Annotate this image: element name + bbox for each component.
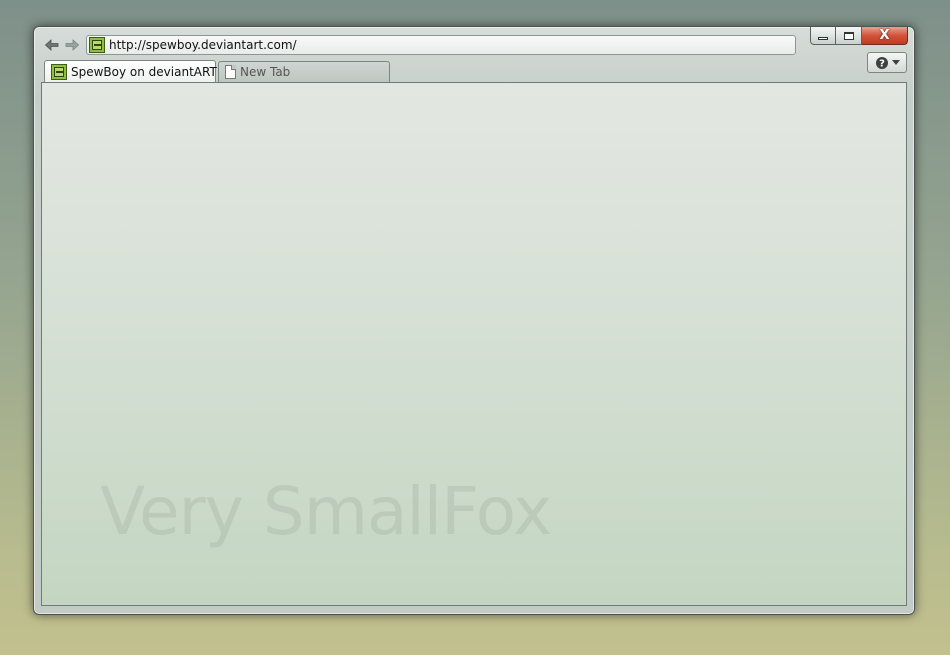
help-menu-button[interactable]: ? [867, 52, 907, 73]
svg-text:?: ? [879, 58, 885, 69]
blank-page-icon [225, 65, 236, 79]
deviantart-favicon-icon [89, 37, 105, 53]
deviantart-favicon-icon [51, 63, 67, 80]
tab-strip: SpewBoy on deviantART New Tab [44, 60, 390, 82]
back-button[interactable] [42, 35, 62, 55]
help-menu-icon: ? [875, 56, 888, 69]
close-icon: X [879, 28, 890, 43]
tab-label: New Tab [240, 65, 291, 79]
minimize-button[interactable] [810, 27, 836, 45]
browser-window: X http://spewboy.deviantart.com/ ? SpewB… [33, 26, 915, 615]
tab-new-tab[interactable]: New Tab [218, 61, 390, 82]
tab-spewboy[interactable]: SpewBoy on deviantART [44, 60, 217, 82]
window-controls: X [810, 27, 908, 46]
url-text[interactable]: http://spewboy.deviantart.com/ [109, 38, 297, 52]
tab-label: SpewBoy on deviantART [71, 64, 217, 79]
chevron-down-icon [891, 59, 900, 65]
forward-button[interactable] [62, 35, 82, 55]
forward-arrow-icon [65, 39, 80, 51]
maximize-icon [843, 31, 854, 40]
navigation-buttons [42, 35, 82, 55]
watermark-text: Very SmallFox [100, 473, 552, 550]
close-button[interactable]: X [862, 27, 908, 45]
maximize-button[interactable] [836, 27, 862, 45]
back-arrow-icon [44, 39, 59, 51]
page-content[interactable]: Very SmallFox [41, 82, 907, 606]
address-bar[interactable]: http://spewboy.deviantart.com/ [86, 35, 796, 55]
minimize-icon [818, 36, 828, 40]
